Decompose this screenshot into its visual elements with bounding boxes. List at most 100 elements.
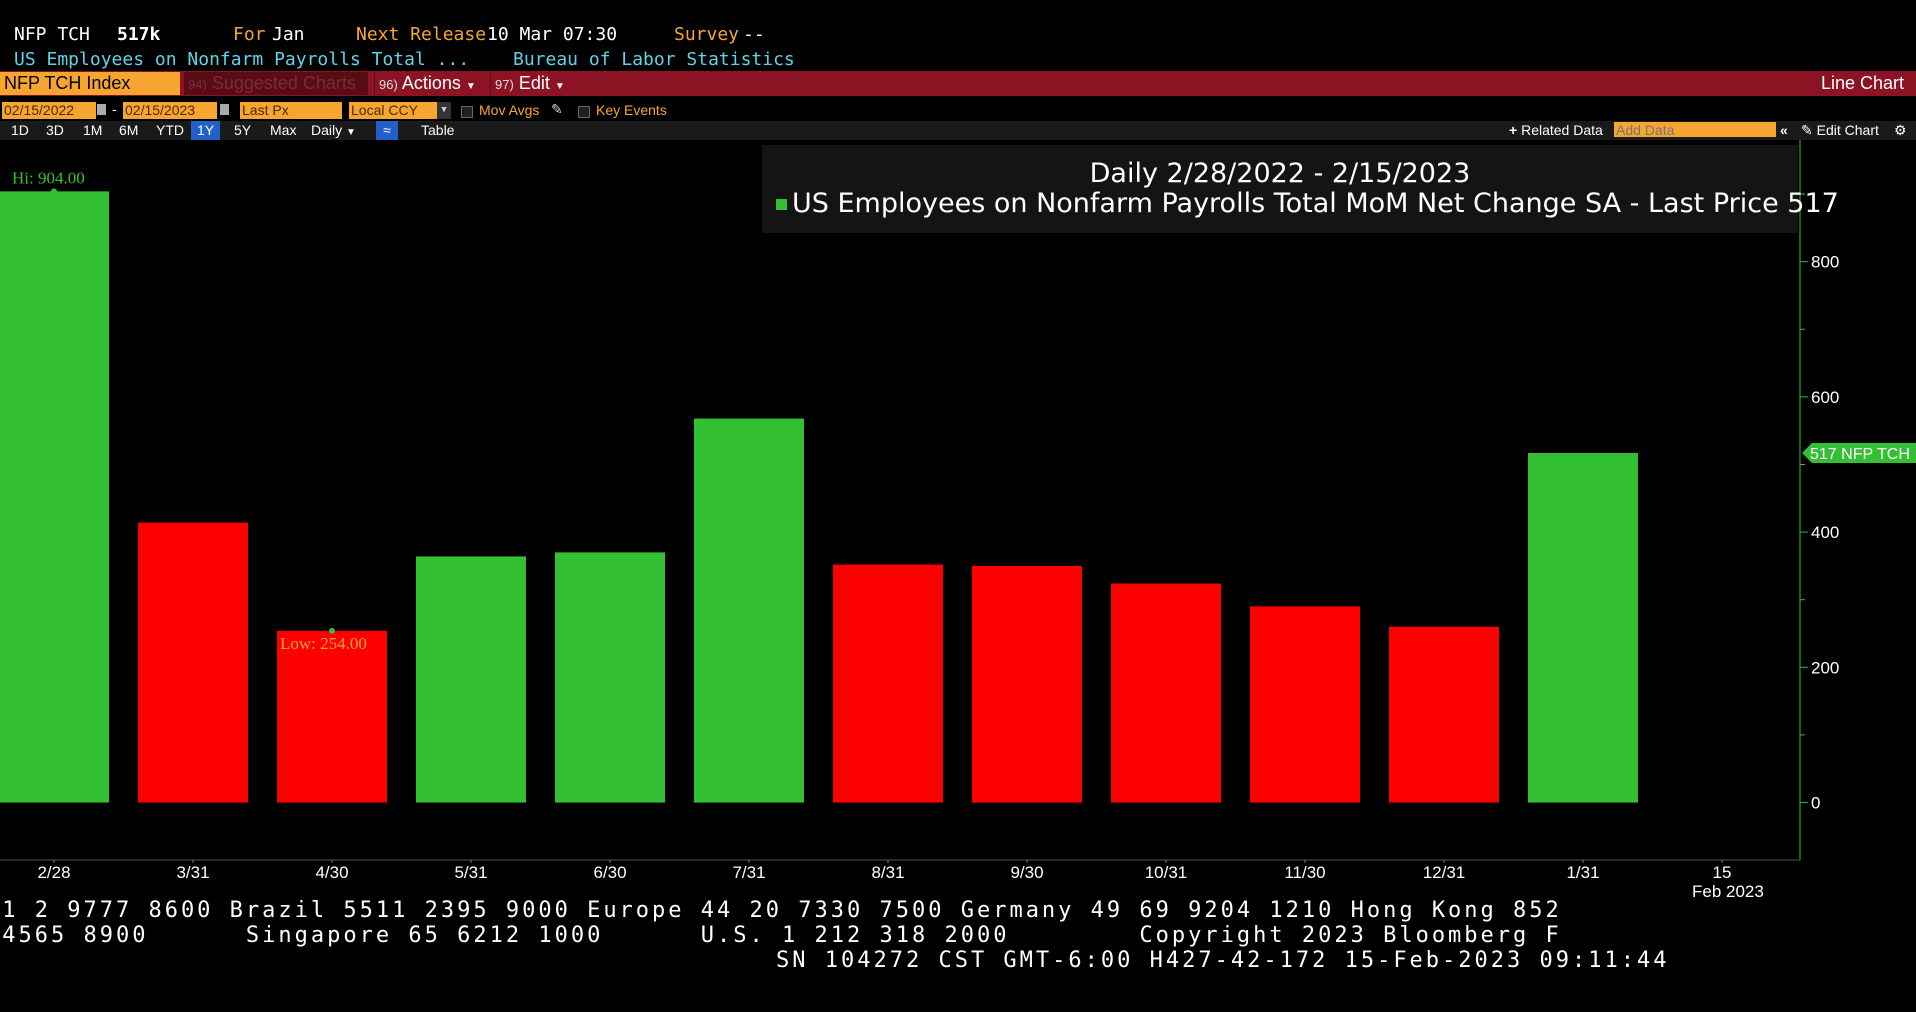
key-events-label: Key Events bbox=[596, 102, 667, 118]
date-separator: - bbox=[112, 101, 117, 117]
currency-select[interactable]: Local CCY bbox=[349, 102, 437, 119]
y-tick-label: 0 bbox=[1811, 794, 1820, 813]
mov-avgs-label: Mov Avgs bbox=[479, 102, 540, 118]
survey-label: Survey bbox=[674, 24, 740, 45]
last-price-tag-label: 517 NFP TCH bbox=[1810, 446, 1910, 463]
x-tick-label: 12/31 bbox=[1423, 863, 1466, 882]
x-tick-label: 7/31 bbox=[732, 863, 765, 882]
bar-12-31 bbox=[1389, 626, 1499, 803]
gear-icon[interactable]: ⚙ bbox=[1894, 121, 1907, 140]
low-label: Low: 254.00 bbox=[280, 634, 367, 653]
for-label: For bbox=[233, 24, 266, 45]
footer-session-line: SN 104272 CST GMT-6:00 H427-42-172 15-Fe… bbox=[776, 948, 1670, 973]
legend-series-name: US Employees on Nonfarm Payrolls Total M… bbox=[792, 188, 1779, 219]
x-extra-label: Feb 2023 bbox=[1692, 882, 1764, 900]
bar-11-30 bbox=[1250, 606, 1360, 803]
bar-8-31 bbox=[833, 564, 943, 803]
y-tick-label: 600 bbox=[1811, 388, 1839, 407]
bar-9-30 bbox=[972, 565, 1082, 803]
bar-4-30 bbox=[277, 630, 387, 803]
related-data-label: Related Data bbox=[1521, 122, 1603, 138]
chevron-down-icon: ▼ bbox=[554, 81, 565, 92]
x-tick-label: 2/28 bbox=[37, 863, 70, 882]
suggested-label: Suggested Charts bbox=[211, 73, 356, 93]
bar-10-31 bbox=[1111, 583, 1221, 803]
edit-label: Edit bbox=[518, 73, 550, 93]
suggested-charts-button[interactable]: 94) Suggested Charts bbox=[184, 72, 368, 95]
y-tick-label: 400 bbox=[1811, 523, 1839, 542]
start-date-input[interactable]: 02/15/2022 bbox=[2, 102, 96, 119]
range-max[interactable]: Max bbox=[270, 121, 296, 140]
legend-entry: US Employees on Nonfarm Payrolls Total M… bbox=[792, 188, 1839, 219]
x-tick-label: 10/31 bbox=[1145, 863, 1188, 882]
footer-contacts-line-1: 61 2 9777 8600 Brazil 5511 2395 9000 Eur… bbox=[0, 898, 1562, 923]
actions-num: 96) bbox=[379, 77, 398, 92]
chevron-down-icon: ▼ bbox=[346, 127, 356, 138]
legend-last-price: 517 bbox=[1787, 188, 1839, 219]
bar-1-31 bbox=[1528, 453, 1638, 803]
edit-chart-label: Edit Chart bbox=[1816, 122, 1879, 138]
for-value: Jan bbox=[272, 24, 305, 45]
x-tick-label: 15 bbox=[1713, 863, 1732, 882]
bar-6-30 bbox=[555, 552, 665, 803]
calendar-icon[interactable] bbox=[97, 104, 106, 115]
add-data-input[interactable] bbox=[1614, 122, 1776, 137]
chart-area: 0 200 400 600 800 2/28 3/31 4/30 5/31 6/30 7/31 8/3… bbox=[0, 140, 1916, 900]
pencil-icon: ✎ bbox=[1801, 122, 1813, 138]
end-date-input[interactable]: 02/15/2023 bbox=[123, 102, 217, 119]
chevron-down-icon[interactable]: ▼ bbox=[437, 102, 451, 119]
range-1y[interactable]: 1Y bbox=[191, 121, 221, 140]
x-tick-label: 9/30 bbox=[1010, 863, 1043, 882]
y-tick-label: 200 bbox=[1811, 658, 1839, 677]
x-tick-label: 4/30 bbox=[315, 863, 348, 882]
chevron-down-icon: ▼ bbox=[465, 81, 476, 92]
calendar-icon[interactable] bbox=[220, 104, 229, 115]
bar-3-31 bbox=[138, 522, 248, 803]
chart-title: Daily 2/28/2022 - 2/15/2023 bbox=[1089, 158, 1471, 189]
footer-contacts-line-2: 4565 8900 Singapore 65 6212 1000 U.S. 1 … bbox=[0, 923, 1562, 948]
range-3d[interactable]: 3D bbox=[46, 121, 64, 140]
bar-5-31 bbox=[416, 556, 526, 803]
legend-swatch bbox=[776, 199, 787, 210]
edit-num: 97) bbox=[495, 77, 514, 92]
x-tick-label: 6/30 bbox=[593, 863, 626, 882]
frequency-select[interactable]: Daily ▼ bbox=[311, 121, 356, 140]
collapse-icon[interactable]: « bbox=[1780, 121, 1788, 140]
edit-button[interactable]: 97) Edit ▼ bbox=[490, 72, 575, 95]
ticker-code: NFP TCH bbox=[14, 24, 90, 45]
next-release-label: Next Release bbox=[356, 24, 487, 45]
range-1d[interactable]: 1D bbox=[11, 121, 29, 140]
data-source: Bureau of Labor Statistics bbox=[513, 49, 795, 70]
survey-value: -- bbox=[743, 24, 765, 45]
x-tick-label: 1/31 bbox=[1566, 863, 1599, 882]
related-data-button[interactable]: + Related Data bbox=[1509, 121, 1605, 140]
hi-label: Hi: 904.00 bbox=[12, 168, 85, 187]
range-1m[interactable]: 1M bbox=[83, 121, 102, 140]
range-6m[interactable]: 6M bbox=[119, 121, 138, 140]
range-ytd[interactable]: YTD bbox=[156, 121, 184, 140]
y-tick-label: 800 bbox=[1811, 253, 1839, 272]
chart-type-label[interactable]: Line Chart bbox=[1821, 72, 1904, 95]
suggested-num: 94) bbox=[188, 77, 207, 92]
plus-icon: + bbox=[1509, 122, 1518, 138]
frequency-label: Daily bbox=[311, 122, 343, 138]
security-description: US Employees on Nonfarm Payrolls Total .… bbox=[14, 49, 470, 70]
security-field[interactable]: NFP TCH Index bbox=[0, 72, 180, 95]
x-tick-label: 5/31 bbox=[454, 863, 487, 882]
key-events-checkbox[interactable] bbox=[578, 106, 590, 118]
bar-2-28 bbox=[0, 191, 109, 803]
mov-avgs-checkbox[interactable] bbox=[461, 106, 473, 118]
x-tick-label: 11/30 bbox=[1284, 863, 1325, 882]
range-5y[interactable]: 5Y bbox=[234, 121, 251, 140]
actions-label: Actions bbox=[401, 73, 461, 93]
table-button[interactable]: Table bbox=[421, 121, 454, 140]
last-value: 517k bbox=[117, 24, 161, 45]
line-chart-icon[interactable]: ≈ bbox=[376, 121, 398, 140]
actions-button[interactable]: 96) Actions ▼ bbox=[374, 72, 489, 95]
pencil-icon[interactable]: ✎ bbox=[551, 101, 563, 118]
field-select[interactable]: Last Px bbox=[240, 102, 342, 119]
hi-marker bbox=[51, 188, 57, 195]
x-tick-label: 3/31 bbox=[176, 863, 209, 882]
edit-chart-button[interactable]: ✎ Edit Chart bbox=[1801, 121, 1879, 140]
bar-7-31 bbox=[694, 418, 804, 803]
